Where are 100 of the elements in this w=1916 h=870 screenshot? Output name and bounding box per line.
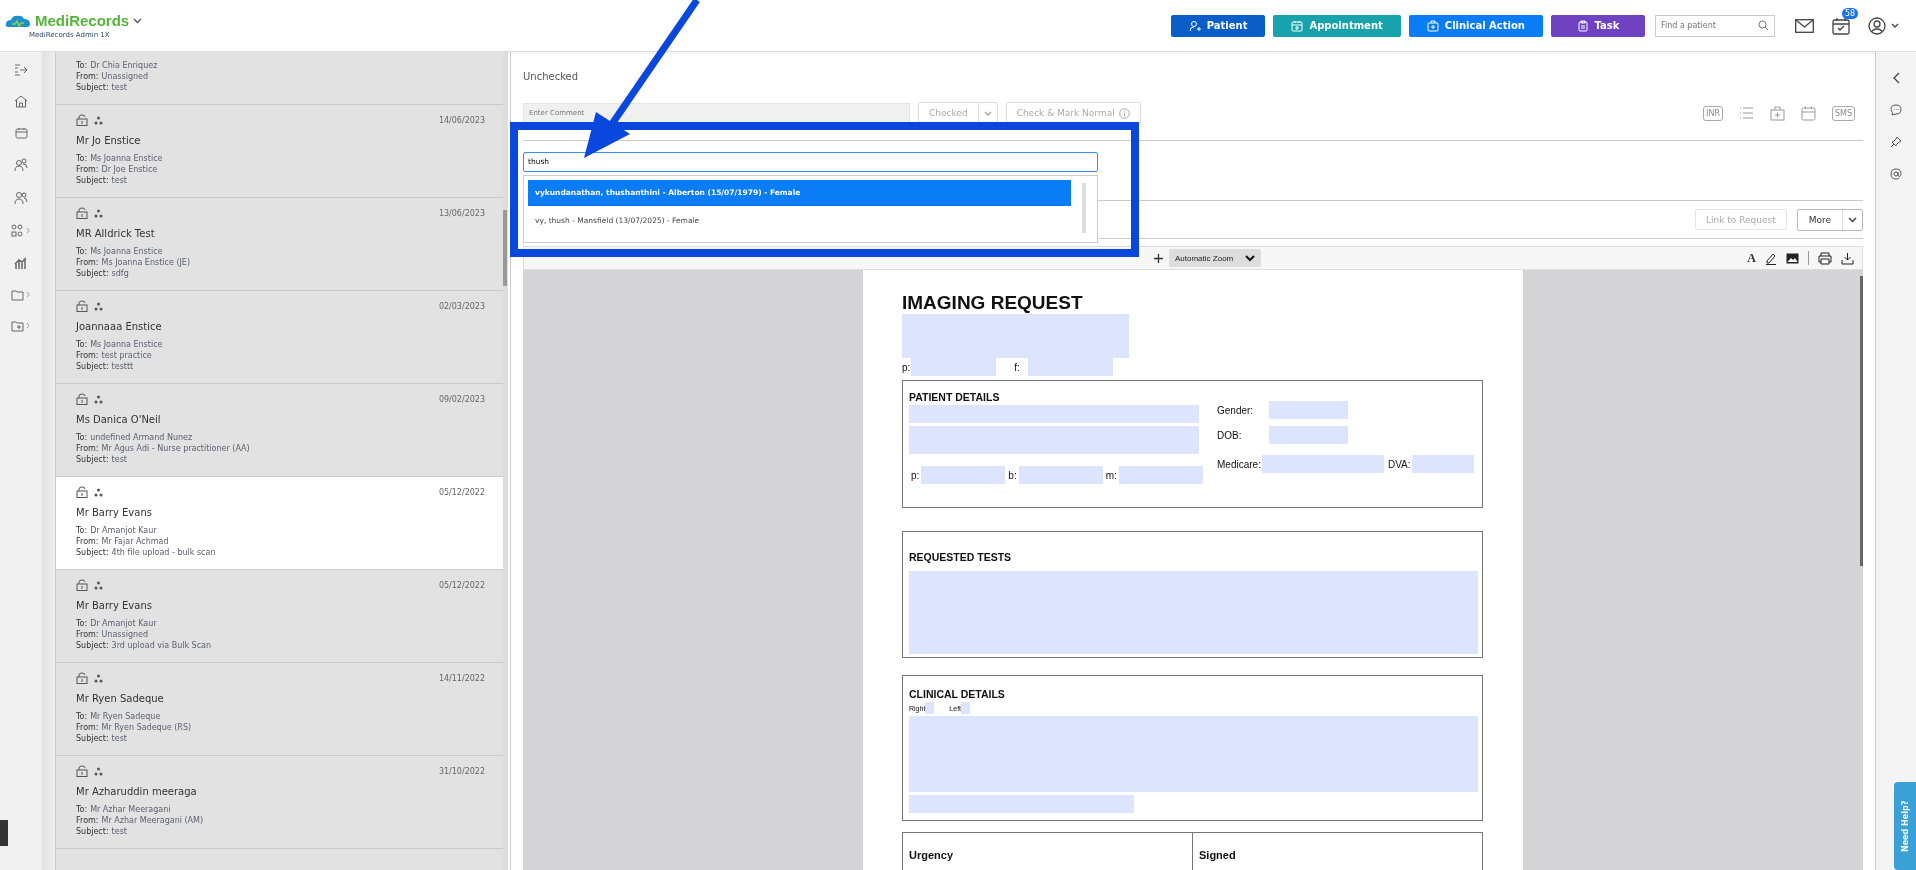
- form-field[interactable]: [902, 314, 1129, 358]
- header-action-button[interactable]: Task: [1551, 14, 1645, 37]
- field-label: Subject:: [76, 269, 109, 278]
- review-status: Unchecked: [523, 71, 580, 82]
- field-value: Mr Azhar Meeragani: [90, 805, 171, 814]
- document-title: IMAGING REQUEST: [902, 292, 1084, 314]
- field-label: Subject:: [76, 176, 109, 185]
- hierarchy-icon: [94, 487, 103, 497]
- form-field[interactable]: [909, 405, 1199, 423]
- info-icon: [1118, 107, 1130, 119]
- message-date: 13/06/2023: [438, 208, 485, 218]
- field-label: Gender:: [1217, 404, 1255, 416]
- form-field[interactable]: [1411, 455, 1474, 473]
- header-action-button[interactable]: Patient: [1170, 14, 1266, 37]
- patient-name: MR Alldrick Test: [76, 228, 156, 239]
- field-label: p:: [911, 469, 920, 481]
- message-date: 31/10/2022: [438, 766, 485, 776]
- field-value: test: [111, 455, 127, 464]
- field-label: From:: [76, 630, 99, 639]
- field-value: Mr Fajar Achmad: [101, 537, 169, 546]
- form-field[interactable]: [911, 358, 997, 376]
- chevron-down-icon[interactable]: [133, 17, 143, 24]
- header-action-button[interactable]: Clinical Action: [1408, 14, 1543, 37]
- lock-icon: [76, 672, 88, 684]
- patient-name: Mr Jo Enstice: [76, 135, 142, 146]
- field-label: To:: [76, 247, 88, 256]
- field-label: Subject:: [76, 827, 109, 836]
- print-icon[interactable]: [1818, 251, 1832, 265]
- field-label: From:: [76, 537, 99, 546]
- lock-icon: [76, 486, 88, 498]
- image-icon[interactable]: [1786, 252, 1799, 264]
- calendar-icon[interactable]: [1800, 105, 1816, 121]
- field-value: Ms Joanna Enstice: [90, 247, 163, 256]
- field-label: From:: [76, 165, 99, 174]
- sms-button[interactable]: SMS: [1831, 105, 1855, 121]
- field-label: To:: [76, 61, 88, 70]
- calendar-icon[interactable]: [14, 127, 28, 139]
- medical-kit-icon[interactable]: [1769, 105, 1785, 121]
- form-field[interactable]: [1018, 466, 1103, 484]
- scrollbar[interactable]: [1082, 182, 1086, 233]
- field-label: From:: [76, 723, 99, 732]
- field-label: To:: [76, 712, 88, 721]
- apps-grid-icon[interactable]: [11, 224, 31, 237]
- form-field[interactable]: [909, 571, 1478, 654]
- lock-icon: [76, 114, 88, 126]
- list-icon[interactable]: [1738, 107, 1754, 119]
- home-icon[interactable]: [14, 95, 28, 108]
- form-field[interactable]: [909, 426, 1199, 454]
- chart-icon[interactable]: [14, 256, 28, 270]
- checkbox-field[interactable]: [925, 702, 935, 714]
- pencil-icon[interactable]: [1765, 251, 1777, 265]
- message-date: 14/06/2023: [438, 115, 485, 125]
- zoom-in-icon[interactable]: [1154, 253, 1163, 263]
- field-label: m:: [1105, 469, 1117, 481]
- folder-icon[interactable]: [11, 289, 31, 301]
- search-icon[interactable]: [1758, 19, 1769, 31]
- field-label: To:: [76, 619, 88, 628]
- field-label: From:: [76, 351, 99, 360]
- pin-icon[interactable]: [1890, 136, 1902, 148]
- form-field[interactable]: [1118, 466, 1203, 484]
- user-menu-icon[interactable]: [1868, 16, 1900, 35]
- mail-icon[interactable]: [1795, 18, 1814, 33]
- field-value: test: [111, 734, 127, 743]
- inr-button[interactable]: INR: [1703, 105, 1723, 121]
- zoom-select[interactable]: Automatic Zoom: [1169, 249, 1262, 267]
- more-dropdown-button[interactable]: More: [1796, 209, 1863, 231]
- message-item[interactable]: 05/12/2022 Mr Barry Evans To: Dr Amanjot Kaur From: Mr Fajar Achmad Subject: 4th file upload - bulk scan: [56, 477, 503, 570]
- chat-icon[interactable]: [1890, 104, 1902, 116]
- calendar-check-icon[interactable]: [1832, 16, 1850, 35]
- section-heading: Signed: [1199, 849, 1236, 861]
- clipboard-icon: [1576, 19, 1589, 32]
- chevron-down-icon[interactable]: [1848, 217, 1857, 223]
- form-field[interactable]: [909, 716, 1478, 792]
- form-field[interactable]: [1261, 455, 1384, 473]
- field-value: test: [111, 176, 127, 185]
- checkbox-field[interactable]: [961, 702, 971, 714]
- scrollbar[interactable]: [503, 52, 508, 870]
- people-icon[interactable]: [14, 158, 28, 172]
- form-field[interactable]: [1269, 426, 1348, 444]
- chevron-left-icon[interactable]: [1892, 72, 1900, 84]
- people-icon[interactable]: [14, 191, 28, 205]
- message-date: 02/03/2023: [438, 301, 485, 311]
- form-field[interactable]: [1027, 358, 1113, 376]
- message-date: 14/11/2022: [438, 673, 485, 683]
- scrollbar[interactable]: [1860, 276, 1863, 566]
- expand-menu-icon[interactable]: [14, 64, 28, 76]
- text-tool-button[interactable]: A: [1747, 250, 1756, 266]
- patient-search-field[interactable]: Find a patient: [1655, 14, 1775, 37]
- download-icon[interactable]: [1841, 251, 1854, 265]
- folder-add-icon[interactable]: [11, 320, 31, 332]
- field-value: Dr Amanjot Kaur: [90, 619, 157, 628]
- form-field[interactable]: [1269, 401, 1348, 419]
- form-field[interactable]: [909, 795, 1134, 813]
- form-field[interactable]: [921, 466, 1006, 484]
- field-value: Mr Agus Adi - Nurse practitioner (AA): [101, 444, 250, 453]
- field-label: Subject:: [76, 734, 109, 743]
- lock-icon: [76, 300, 88, 312]
- at-sign-icon[interactable]: [1890, 168, 1902, 180]
- patient-name: Joannaaa Enstice: [76, 321, 163, 332]
- medical-kit-icon: [1426, 19, 1439, 32]
